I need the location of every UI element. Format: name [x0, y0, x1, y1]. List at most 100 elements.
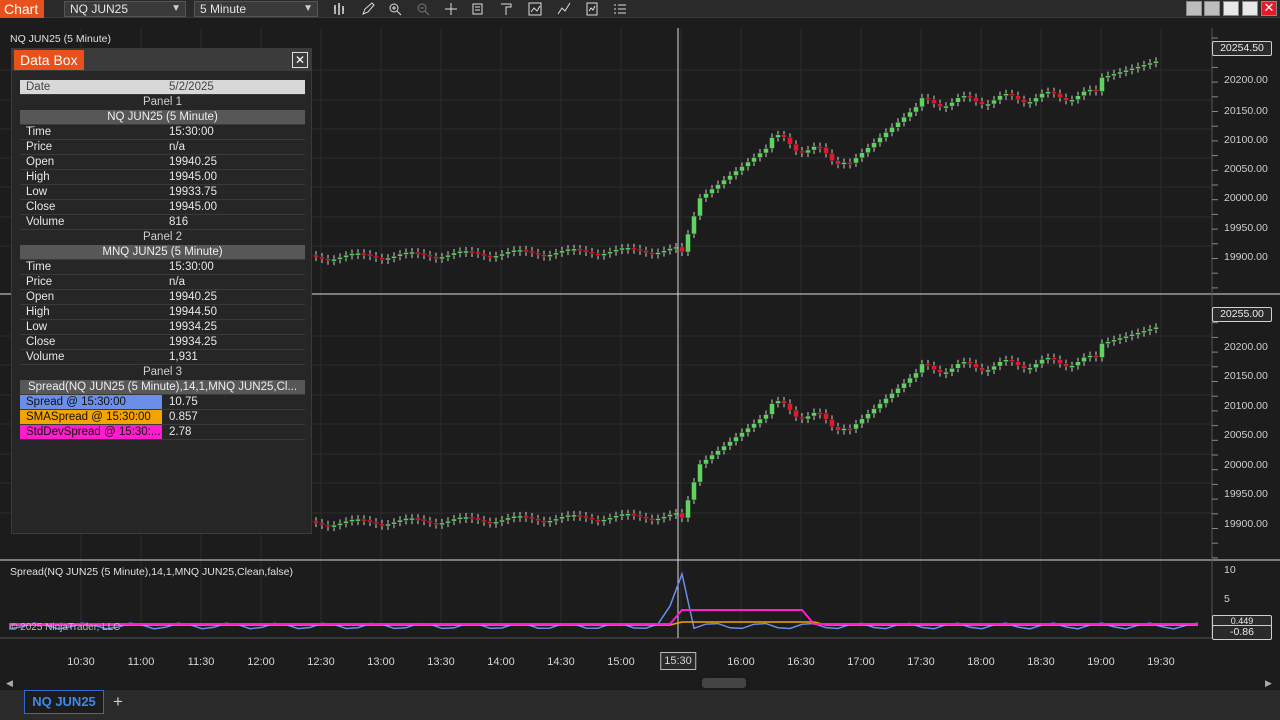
- candle-body: [553, 252, 559, 256]
- data-row: Low 19933.75: [20, 185, 305, 200]
- candle-body: [409, 517, 415, 521]
- candle-body: [493, 255, 499, 259]
- candle-body: [1069, 99, 1075, 102]
- candle-body: [847, 162, 853, 165]
- candle-body: [457, 517, 463, 520]
- candle-body: [1003, 93, 1009, 96]
- indicators-icon[interactable]: [556, 1, 572, 17]
- field-label: Time: [26, 126, 52, 138]
- candle-body: [1015, 95, 1021, 100]
- candle-body: [319, 522, 325, 526]
- candle-body: [505, 251, 511, 255]
- candle-body: [1099, 77, 1105, 92]
- tab-nq-jun25[interactable]: NQ JUN25: [24, 690, 104, 714]
- candle-body: [499, 253, 505, 257]
- candle-body: [1099, 343, 1105, 358]
- data-box-header[interactable]: Data Box ✕: [12, 49, 311, 71]
- restore-icon[interactable]: [1186, 1, 1202, 16]
- close-icon[interactable]: ✕: [292, 52, 308, 68]
- field-label: Volume: [26, 216, 65, 228]
- candle-body: [691, 481, 697, 501]
- candle-body: [655, 518, 661, 521]
- time-axis-label: 11:30: [187, 656, 215, 668]
- panel1-axis-label: 20150.00: [1224, 105, 1268, 117]
- candle-body: [499, 519, 505, 523]
- candle-body: [367, 519, 373, 523]
- candle-body: [793, 143, 799, 152]
- candle-body: [427, 254, 433, 258]
- candle-body: [583, 515, 589, 519]
- candle-body: [529, 250, 535, 254]
- candle-body: [559, 516, 565, 520]
- candle-body: [1051, 357, 1057, 360]
- candle-body: [325, 258, 331, 262]
- scroll-right-icon[interactable]: ▶: [1265, 678, 1272, 689]
- snap-icon[interactable]: [1204, 1, 1220, 16]
- chart-horizontal-scrollbar[interactable]: ◀ ▶: [0, 676, 1280, 690]
- zoom-in-icon[interactable]: [387, 1, 403, 17]
- candle-body: [511, 250, 517, 253]
- drawing-pencil-icon[interactable]: [360, 1, 376, 17]
- close-window-icon[interactable]: ✕: [1261, 1, 1277, 16]
- bar-style-icon[interactable]: [332, 1, 348, 17]
- candle-body: [601, 519, 607, 522]
- candle-body: [493, 521, 499, 525]
- candle-body: [877, 403, 883, 409]
- more-menu-icon[interactable]: [612, 1, 628, 17]
- data-row: StdDevSpread @ 15:30:... 2.78: [20, 425, 305, 440]
- field-label: Open: [26, 291, 55, 303]
- candle-body: [847, 428, 853, 431]
- candle-body: [805, 415, 811, 420]
- zoom-out-icon[interactable]: [415, 1, 431, 17]
- candle-body: [691, 215, 697, 235]
- interval-selector[interactable]: 5 Minute ▼: [194, 1, 318, 17]
- crosshair-icon[interactable]: [443, 1, 459, 17]
- panel2-axis-label: 20000.00: [1224, 459, 1268, 471]
- candle-body: [391, 522, 397, 525]
- panel2-axis-label: 20150.00: [1224, 370, 1268, 382]
- candle-body: [823, 147, 829, 154]
- scroll-left-icon[interactable]: ◀: [6, 678, 13, 689]
- candle-body: [901, 116, 907, 123]
- instrument-selector[interactable]: NQ JUN25 ▼: [64, 1, 186, 17]
- data-series-icon[interactable]: [584, 1, 600, 17]
- strategies-icon[interactable]: [527, 1, 543, 17]
- properties-icon[interactable]: [470, 1, 486, 17]
- minimize-icon[interactable]: [1223, 1, 1239, 16]
- series3-header: Spread(NQ JUN25 (5 Minute),14,1,MNQ JUN2…: [20, 380, 305, 395]
- field-value: 19933.75: [169, 186, 217, 198]
- field-label: Time: [26, 261, 52, 273]
- candle-body: [883, 132, 889, 138]
- candle-body: [835, 160, 841, 165]
- time-axis-label: 14:30: [547, 656, 575, 668]
- candle-body: [853, 157, 859, 164]
- candle-body: [685, 499, 691, 519]
- maximize-icon[interactable]: [1242, 1, 1258, 16]
- candle-body: [379, 257, 385, 260]
- candle-body: [955, 97, 961, 103]
- chevron-down-icon: ▼: [171, 3, 181, 14]
- panel3-axis-label: 10: [1224, 564, 1236, 576]
- candle-body: [1081, 357, 1087, 362]
- candle-body: [439, 522, 445, 526]
- panel3-axis-label: 5: [1224, 593, 1230, 605]
- candle-body: [517, 249, 523, 253]
- data-box-window[interactable]: Data Box ✕ Date 5/2/2025 Panel 1 NQ JUN2…: [11, 48, 312, 534]
- field-value: n/a: [169, 276, 185, 288]
- candle-body: [649, 252, 655, 255]
- candle-body: [343, 254, 349, 258]
- candle-body: [979, 367, 985, 371]
- candle-body: [589, 251, 595, 255]
- candle-body: [469, 516, 475, 520]
- candle-body: [403, 518, 409, 521]
- candle-body: [1153, 60, 1159, 64]
- add-tab-button[interactable]: +: [108, 692, 128, 712]
- candle-body: [1147, 62, 1153, 66]
- candle-body: [991, 365, 997, 371]
- scroll-thumb[interactable]: [702, 678, 746, 688]
- time-axis-label: 17:30: [907, 656, 935, 668]
- candle-body: [709, 188, 715, 194]
- templates-icon[interactable]: [498, 1, 514, 17]
- candle-body: [799, 150, 805, 154]
- candle-body: [871, 408, 877, 414]
